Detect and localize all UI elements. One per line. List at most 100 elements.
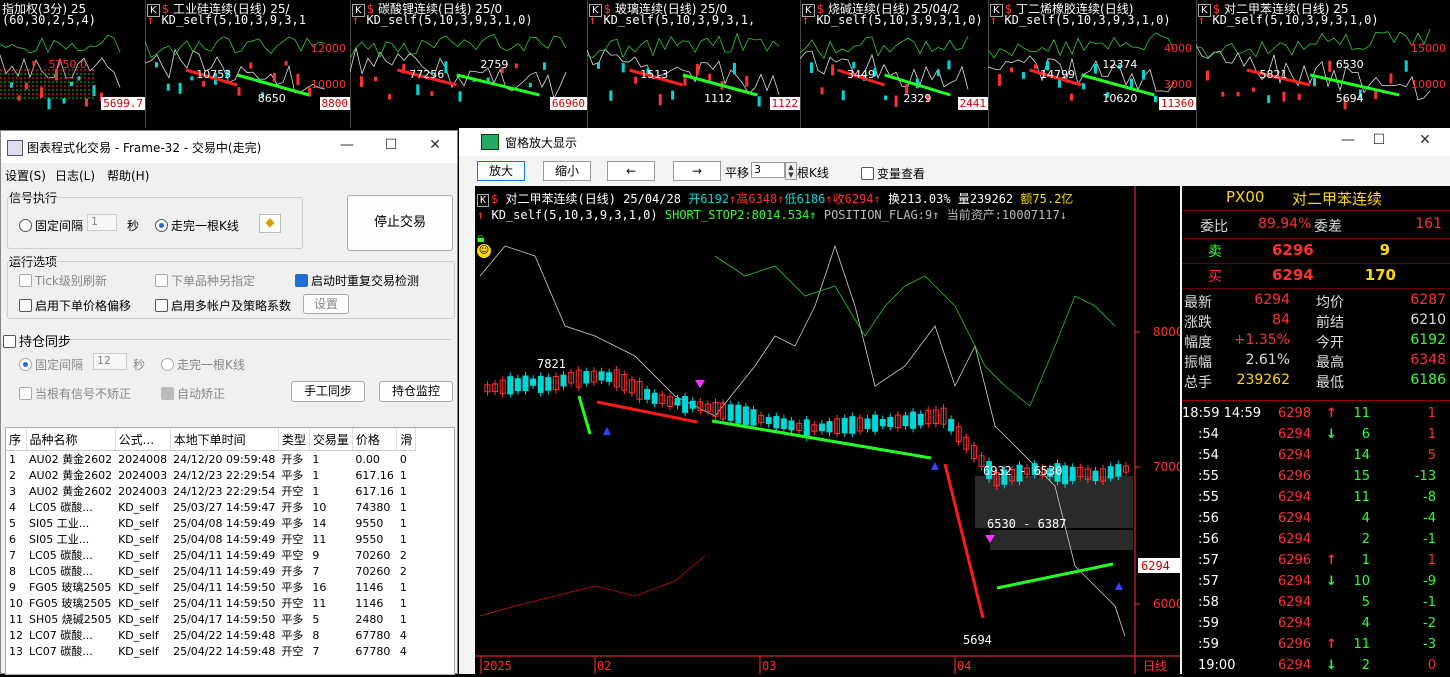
column-header[interactable]: 交易量: [309, 428, 353, 451]
sync-interval-input[interactable]: 12: [93, 353, 127, 370]
mini-axis-label: 15000: [1411, 42, 1446, 55]
no-correct-checkbox[interactable]: 当根有信号不矫正: [19, 385, 131, 402]
menu-log[interactable]: 日志(L): [55, 167, 95, 184]
buy-volume: 170: [1364, 266, 1396, 284]
table-row[interactable]: 6 SI05 工业... KD_self 25/04/08 14:59:49 开空 11 9…: [6, 531, 416, 547]
interval-input[interactable]: 1: [87, 214, 117, 231]
mini-candle: [936, 69, 940, 77]
table-cell: 25/03/27 14:59:47: [173, 500, 276, 514]
ticks-divider: [1182, 400, 1450, 401]
tick-price: 6298: [1278, 406, 1312, 421]
mini-candle: [947, 60, 951, 70]
minimize-icon[interactable]: —: [1334, 132, 1362, 148]
mini-candle: [695, 63, 699, 76]
zoom-in-button[interactable]: 放大: [477, 161, 525, 181]
last-price-text: 6294: [1141, 559, 1170, 573]
menu-help[interactable]: 帮助(H): [107, 167, 149, 184]
tick-row: :57 6296 ↑ 1 1: [1182, 551, 1450, 572]
tick-price: 6294: [1278, 511, 1312, 526]
close-icon[interactable]: ✕: [421, 137, 449, 153]
column-header[interactable]: 类型: [278, 428, 310, 451]
maximize-icon[interactable]: ☐: [1365, 132, 1393, 148]
mini-chart[interactable]: K $ 烧碱连续(日线) 25/04/2 ↑ KD_self(5,10,3,9,3,…: [800, 0, 989, 128]
zoom-window-title: 窗格放大显示: [505, 136, 578, 150]
repeat-check-checkbox[interactable]: 启动时重复交易检测: [295, 272, 419, 289]
table-row[interactable]: 1 AU02 黄金2602 2024008 24/12/20 09:59:48 开多 1 0…: [6, 451, 416, 468]
settings-button[interactable]: 设置: [303, 294, 349, 314]
column-header[interactable]: 本地下单时间: [170, 428, 279, 451]
buy-signal-icon: [1115, 582, 1123, 590]
mini-chart[interactable]: K $ 工业硅连续(日线) 25/↑ KD_self(5,10,3,9,3,1 88…: [145, 0, 351, 128]
mini-chart[interactable]: 指加权(3分) 25 (60,30,2,5,4) 5699.7 5750.0: [0, 0, 146, 128]
column-header[interactable]: 序: [6, 428, 27, 451]
manual-sync-button[interactable]: 手工同步: [291, 381, 365, 402]
maximize-icon[interactable]: ☐: [377, 137, 405, 153]
fixed-interval-radio[interactable]: 固定间隔: [19, 217, 83, 234]
multi-account-checkbox[interactable]: 启用多帐户及策略系数: [155, 297, 291, 314]
table-cell: 25/04/08 14:59:49: [173, 532, 276, 546]
table-row[interactable]: 11 SH05 烧碱2505 KD_self 25/04/17 14:59:50 平多 5…: [6, 611, 416, 627]
stepper-icon[interactable]: ▲ ▼: [785, 162, 797, 180]
var-view-checkbox[interactable]: 变量查看: [861, 165, 925, 182]
stat-label: 最高: [1316, 355, 1344, 371]
candle-body: [606, 372, 613, 382]
table-row[interactable]: 12 LC07 碳酸... KD_self 25/04/22 14:59:48 平多 8 6…: [6, 627, 416, 643]
mini-axis-label: 12000: [311, 42, 346, 55]
left-arrow-button[interactable]: ←: [607, 161, 655, 181]
minimize-icon[interactable]: —: [333, 137, 361, 153]
table-cell: 7: [312, 644, 320, 658]
price-offset-checkbox[interactable]: 启用下单价格偏移: [19, 297, 131, 314]
mini-chart[interactable]: K $ 玻璃连续(日线) 25/0 ↑ KD_self(5,10,3,9,3,1, 1…: [587, 0, 801, 128]
quote-name: 对二甲苯连续: [1292, 190, 1383, 208]
column-header[interactable]: 品种名称: [26, 428, 116, 451]
table-row[interactable]: 4 LC05 碳酸... KD_self 25/03/27 14:59:47 开多 10 7…: [6, 499, 416, 515]
column-header[interactable]: 公式...: [115, 428, 171, 451]
table-row[interactable]: 2 AU02 黄金2602 2024003 24/12/23 22:29:54 平多 1 6…: [6, 467, 416, 483]
position-monitor-button[interactable]: 持仓监控: [379, 381, 453, 402]
stop-trading-button[interactable]: 停止交易: [347, 195, 453, 251]
table-row[interactable]: 3 AU02 黄金2602 2024003 24/12/23 22:29:54 开空 1 6…: [6, 483, 416, 499]
candle-body: [507, 376, 514, 395]
candle-body: [780, 418, 787, 430]
dialog-titlebar[interactable]: 图表程式化交易 - Frame-32 - 交易中(走完) — ☐ ✕: [1, 131, 457, 163]
close-value: 收6294: [832, 192, 874, 206]
column-header[interactable]: 价格: [352, 428, 398, 451]
column-header[interactable]: 滑: [396, 428, 417, 451]
sync-checkbox[interactable]: 持仓同步: [3, 331, 71, 350]
mini-chart[interactable]: K $ 对二甲苯连续(日线) 25 ↑ KD_self(5,10,3,9,3,1,0…: [1196, 0, 1450, 128]
auto-correct-checkbox[interactable]: 自动矫正: [161, 385, 225, 402]
mini-chart[interactable]: K $ 丁二烯橡胶连续(日线) ↑ KD_self(5,10,3,9,3,1,0) 1…: [988, 0, 1197, 128]
sync-interval-radio[interactable]: 固定间隔: [19, 356, 83, 373]
other-symbol-label: 下单品种另指定: [171, 274, 256, 288]
right-arrow-button[interactable]: →: [673, 161, 721, 181]
table-cell: FG05 玻璃2505: [29, 597, 112, 610]
table-row[interactable]: 10 FG05 玻璃2505 KD_self 25/04/11 14:59:50 开空 1…: [6, 595, 416, 611]
table-row[interactable]: 9 FG05 玻璃2505 KD_self 25/04/11 14:59:50 平多 16…: [6, 579, 416, 595]
time-label: 04: [957, 659, 971, 673]
table-row[interactable]: 13 LC07 碳酸... KD_self 25/04/22 14:59:48 开空 7 6…: [6, 643, 416, 659]
shift-input[interactable]: 3: [751, 162, 785, 178]
tick-volume: 15: [1353, 469, 1370, 484]
table-row[interactable]: 8 LC05 碳酸... KD_self 25/04/11 14:59:49 开多 7 70…: [6, 563, 416, 579]
main-kline-chart[interactable]: 8000 7000 6000 7821 5694 6932 - 6530 6530 - 63…: [475, 186, 1184, 674]
menu-settings[interactable]: 设置(S): [5, 167, 46, 184]
mini-chart[interactable]: K $ 碳酸锂连续(日线) 25/0 ↑ KD_self(5,10,3,9,3,1,…: [350, 0, 588, 128]
other-symbol-checkbox[interactable]: 下单品种另指定: [155, 272, 255, 289]
sync-finish-bar-radio[interactable]: 走完一根K线: [161, 356, 245, 373]
table-cell: 开空: [281, 533, 304, 546]
mini-high-label: 3449: [847, 68, 875, 81]
assets-value: 当前资产:10007117: [946, 208, 1060, 222]
zoom-out-button[interactable]: 缩小: [543, 161, 591, 181]
warning-icon[interactable]: ◆: [259, 214, 281, 233]
finish-bar-radio[interactable]: 走完一根K线: [155, 217, 239, 234]
table-cell: 1: [312, 468, 320, 482]
table-row[interactable]: 7 LC05 碳酸... KD_self 25/04/11 14:59:49 平空 9 70…: [6, 547, 416, 563]
mini-candle: [1070, 93, 1073, 101]
tick-arrow-icon: ↓: [1326, 427, 1337, 442]
table-cell: 2024003: [118, 468, 168, 482]
close-icon[interactable]: ✕: [1411, 132, 1439, 148]
tick-refresh-checkbox[interactable]: Tick级别刷新: [19, 272, 107, 289]
price-level-label: 7000: [1153, 460, 1180, 474]
zoom-window-titlebar[interactable]: 窗格放大显示 — ☐ ✕: [459, 128, 1450, 156]
table-row[interactable]: 5 SI05 工业... KD_self 25/04/08 14:59:49 平多 14 9…: [6, 515, 416, 531]
